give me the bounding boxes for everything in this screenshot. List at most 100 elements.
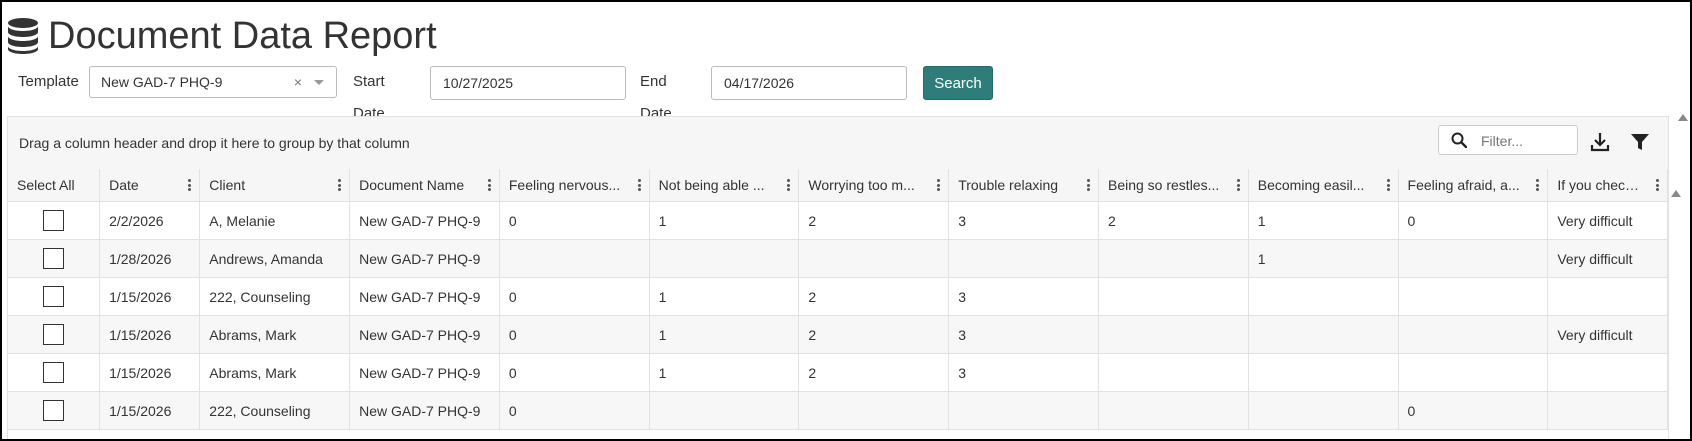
column-menu-icon[interactable] <box>1386 179 1390 191</box>
column-header-label: Document Name <box>359 177 465 193</box>
column-header-label: If you checked ... <box>1557 177 1664 193</box>
column-header-label: Feeling afraid, a... <box>1407 177 1520 193</box>
table-cell: 0 <box>1398 391 1549 430</box>
clear-icon[interactable]: × <box>294 67 302 97</box>
column-header[interactable]: Document Name <box>349 169 500 202</box>
chevron-down-icon[interactable] <box>314 80 324 85</box>
table-cell <box>1547 391 1668 430</box>
table-cell: 222, Counseling <box>199 277 351 316</box>
group-panel[interactable]: Drag a column header and drop it here to… <box>8 117 1668 170</box>
column-menu-icon[interactable] <box>937 179 941 191</box>
table-cell <box>1098 391 1249 430</box>
table-row[interactable]: 1/15/2026 222, Counseling New GAD-7 PHQ-9 0… <box>8 277 1668 316</box>
column-header[interactable]: Not being able ... <box>649 169 800 202</box>
column-menu-icon[interactable] <box>1086 179 1090 191</box>
column-menu-icon[interactable] <box>188 179 192 191</box>
table-row[interactable]: 1/28/2026 Andrews, Amanda New GAD-7 PHQ-9 1… <box>8 239 1668 278</box>
table-cell: 222, Counseling <box>199 391 351 430</box>
table-row[interactable]: 1/15/2026 Abrams, Mark New GAD-7 PHQ-9 0 1 2 3 <box>8 353 1668 392</box>
table-cell: 0 <box>1398 201 1549 240</box>
column-header[interactable]: Worrying too m... <box>798 169 950 202</box>
table-cell: 1 <box>649 353 800 392</box>
column-header[interactable]: Becoming easil... <box>1248 169 1399 202</box>
table-row[interactable]: 1/15/2026 Abrams, Mark New GAD-7 PHQ-9 0 1 2 3… <box>8 315 1668 354</box>
column-header[interactable]: If you checked ... <box>1547 169 1668 202</box>
row-checkbox[interactable] <box>43 210 65 231</box>
column-menu-icon[interactable] <box>637 179 641 191</box>
table-cell <box>649 391 800 430</box>
column-header[interactable]: Being so restles... <box>1098 169 1249 202</box>
page-title: Document Data Report <box>48 15 437 57</box>
table-cell: 2/2/2026 <box>99 201 201 240</box>
column-menu-icon[interactable] <box>1236 179 1240 191</box>
search-button[interactable]: Search <box>923 66 993 100</box>
table-cell: 3 <box>948 201 1099 240</box>
column-header[interactable]: Feeling nervous... <box>499 169 650 202</box>
table-cell: New GAD-7 PHQ-9 <box>349 391 500 430</box>
table-cell: 2 <box>798 201 950 240</box>
column-menu-icon[interactable] <box>1656 179 1659 191</box>
table-cell: Very difficult <box>1547 315 1668 354</box>
table-cell <box>948 391 1099 430</box>
table-cell: 0 <box>499 201 650 240</box>
table-cell: New GAD-7 PHQ-9 <box>349 315 500 354</box>
column-header-label: Date <box>109 177 139 193</box>
grid-filter-box[interactable] <box>1438 125 1578 155</box>
row-checkbox[interactable] <box>43 362 65 383</box>
column-menu-icon[interactable] <box>787 179 791 191</box>
column-header[interactable]: Client <box>199 169 351 202</box>
table-cell: 1 <box>649 201 800 240</box>
filter-icon[interactable] <box>1629 131 1651 153</box>
row-checkbox[interactable] <box>43 324 65 345</box>
template-value: New GAD-7 PHQ-9 <box>101 74 223 90</box>
table-scroll-up-icon[interactable] <box>1671 190 1681 197</box>
table-row[interactable]: 2/2/2026 A, Melanie New GAD-7 PHQ-9 0 1 2 3 2 1 0… <box>8 201 1668 240</box>
table-cell: 1/15/2026 <box>99 353 201 392</box>
column-header-label: Select All <box>17 177 75 193</box>
table-cell: 3 <box>948 277 1099 316</box>
group-hint: Drag a column header and drop it here to… <box>19 135 410 151</box>
table-cell <box>1248 391 1399 430</box>
table-cell <box>1398 315 1549 354</box>
table-cell: 3 <box>948 315 1099 354</box>
row-checkbox[interactable] <box>43 248 65 269</box>
table-cell <box>1248 277 1399 316</box>
table-cell: 1/15/2026 <box>99 391 201 430</box>
table-cell: Very difficult <box>1547 201 1668 240</box>
database-icon <box>8 18 38 54</box>
table-cell: 2 <box>1098 201 1249 240</box>
row-select-cell <box>8 391 101 430</box>
table-cell: 1/15/2026 <box>99 277 201 316</box>
grid-filter-input[interactable] <box>1479 130 1575 152</box>
page-header: Document Data Report <box>6 14 437 58</box>
table-cell: Abrams, Mark <box>199 315 351 354</box>
column-header[interactable]: Trouble relaxing <box>948 169 1099 202</box>
column-header[interactable]: Date <box>99 169 201 202</box>
vertical-scrollbar[interactable] <box>1671 112 1690 439</box>
table-row[interactable]: 1/15/2026 222, Counseling New GAD-7 PHQ-9 0… <box>8 391 1668 430</box>
select-all-header[interactable]: Select All <box>8 169 101 202</box>
scroll-up-icon[interactable] <box>1678 114 1688 121</box>
row-checkbox[interactable] <box>43 400 65 421</box>
end-date-input[interactable] <box>711 66 907 100</box>
template-select[interactable]: New GAD-7 PHQ-9 × <box>89 66 337 98</box>
download-icon[interactable] <box>1589 131 1611 153</box>
table-cell: 0 <box>499 353 650 392</box>
column-menu-icon[interactable] <box>338 179 342 191</box>
table-cell: 1/15/2026 <box>99 315 201 354</box>
table-cell <box>1248 353 1399 392</box>
column-header[interactable]: Feeling afraid, a... <box>1398 169 1549 202</box>
row-checkbox[interactable] <box>43 286 65 307</box>
table-cell <box>1398 353 1549 392</box>
table-cell: A, Melanie <box>199 201 351 240</box>
row-select-cell <box>8 277 101 316</box>
data-table: Select All Date Client Document Name Feeling… <box>8 169 1668 430</box>
table-cell: New GAD-7 PHQ-9 <box>349 353 500 392</box>
table-cell: 1/28/2026 <box>99 239 201 278</box>
table-cell <box>1098 277 1249 316</box>
column-menu-icon[interactable] <box>1536 179 1540 191</box>
start-date-input[interactable] <box>430 66 626 100</box>
table-cell <box>1098 315 1249 354</box>
table-cell: 1 <box>1248 239 1399 278</box>
column-menu-icon[interactable] <box>487 179 491 191</box>
